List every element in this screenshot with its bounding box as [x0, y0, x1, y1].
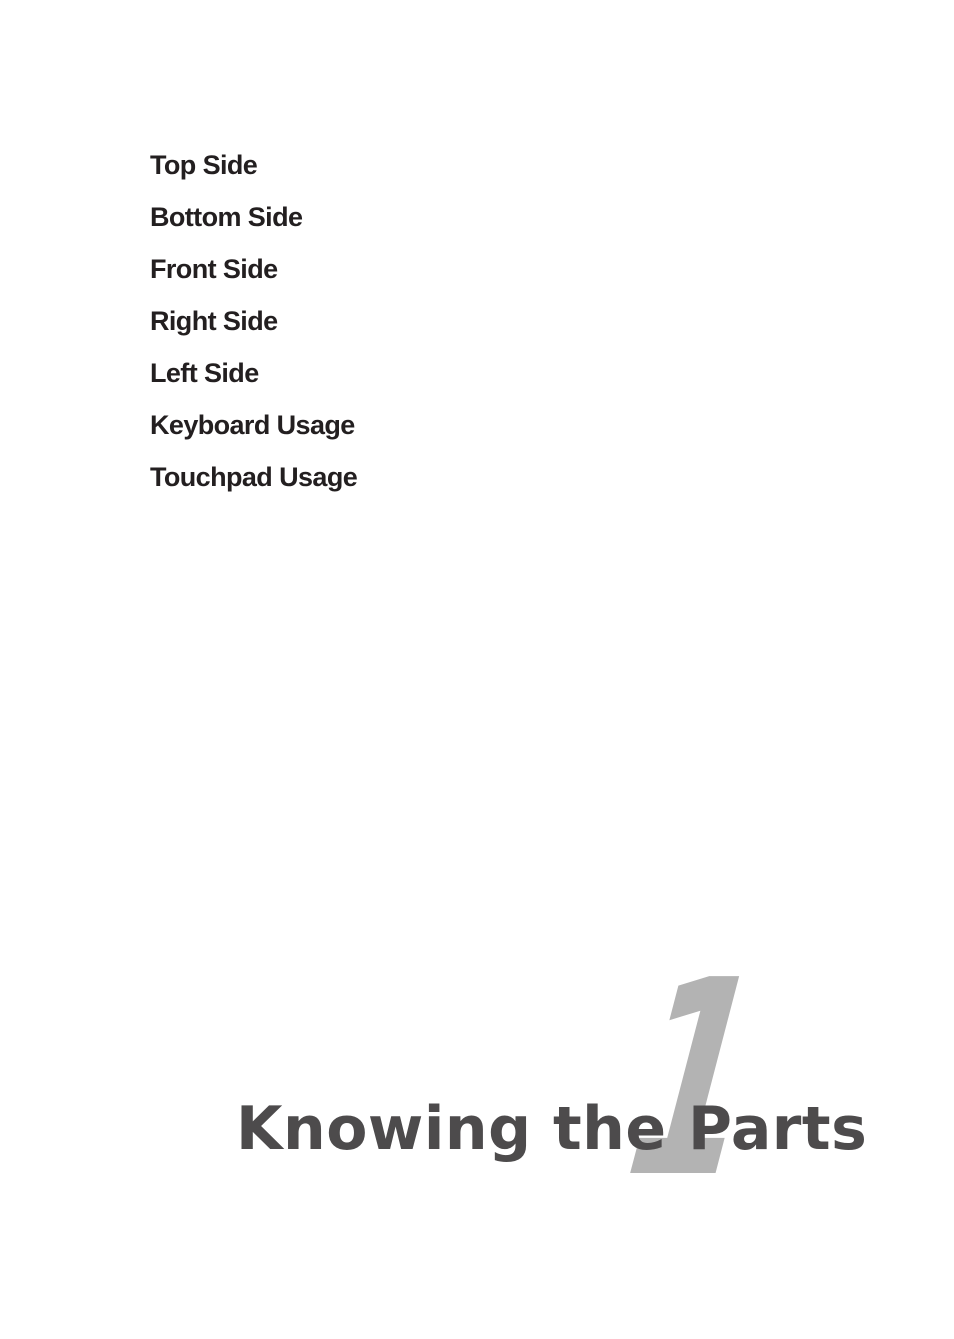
toc-item-right-side: Right Side	[150, 306, 278, 336]
chapter-title: Knowing the Parts	[236, 1094, 868, 1164]
chapter-contents-list: Top Side Bottom Side Front Side Right Si…	[150, 146, 358, 510]
toc-item-front-side: Front Side	[150, 254, 278, 284]
toc-item-left-side: Left Side	[150, 358, 259, 388]
chapter-number: 1	[613, 922, 775, 1237]
toc-item-keyboard-usage: Keyboard Usage	[150, 410, 355, 440]
toc-item-touchpad-usage: Touchpad Usage	[150, 462, 358, 492]
toc-item-top-side: Top Side	[150, 150, 258, 180]
toc-item-bottom-side: Bottom Side	[150, 202, 303, 232]
